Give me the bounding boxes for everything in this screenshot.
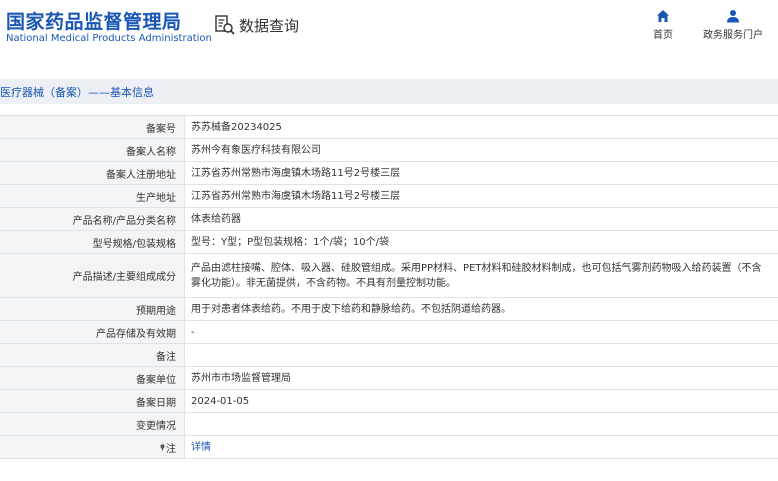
table-row: 注 详情: [0, 435, 778, 459]
table-row: 型号规格/包装规格 型号：Y型；P型包装规格：1个/袋；10个/袋: [0, 230, 778, 254]
field-label: 产品存储及有效期: [0, 320, 185, 344]
breadcrumb: 医疗器械（备案）——基本信息: [0, 79, 778, 104]
table-row: 备案单位 苏州市市场监督管理局: [0, 366, 778, 390]
field-label-note: 注: [0, 435, 185, 459]
field-label: 生产地址: [0, 184, 185, 208]
field-value: 产品由滤柱接嘴、腔体、吸入器、硅胶管组成。采用PP材料、PET材料和硅胶材料制成…: [184, 253, 778, 298]
field-label: 备案日期: [0, 389, 185, 413]
table-row: 变更情况: [0, 412, 778, 436]
field-label: 产品名称/产品分类名称: [0, 207, 185, 231]
field-value: 江苏省苏州常熟市海虞镇木场路11号2号楼三层: [184, 161, 778, 185]
table-row: 生产地址 江苏省苏州常熟市海虞镇木场路11号2号楼三层: [0, 184, 778, 208]
details-link[interactable]: 详情: [191, 442, 211, 453]
field-label: 变更情况: [0, 412, 185, 436]
field-value: 苏苏械备20234025: [184, 115, 778, 139]
field-value: 江苏省苏州常熟市海虞镇木场路11号2号楼三层: [184, 184, 778, 208]
site-logo-en: National Medical Products Administration: [6, 33, 212, 44]
field-value: 型号：Y型；P型包装规格：1个/袋；10个/袋: [184, 230, 778, 254]
pin-icon: [160, 443, 165, 451]
field-value: 详情: [184, 435, 778, 459]
document-search-icon: [215, 15, 235, 35]
table-row: 备案人注册地址 江苏省苏州常熟市海虞镇木场路11号2号楼三层: [0, 161, 778, 185]
field-label: 型号规格/包装规格: [0, 230, 185, 254]
field-value: -: [184, 320, 778, 344]
field-label: 备案人注册地址: [0, 161, 185, 185]
data-query-title: 数据查询: [214, 14, 299, 36]
breadcrumb-text: 医疗器械（备案）——基本信息: [0, 86, 154, 99]
field-value: 苏州市市场监督管理局: [184, 366, 778, 390]
field-value: [184, 412, 778, 436]
table-row: 产品存储及有效期 -: [0, 320, 778, 344]
field-value: 体表给药器: [184, 207, 778, 231]
field-value: 2024-01-05: [184, 389, 778, 413]
nav-gov-portal[interactable]: 政务服务门户: [700, 9, 766, 41]
field-label: 备注: [0, 343, 185, 367]
home-icon: [657, 10, 669, 22]
field-label: 备案人名称: [0, 138, 185, 162]
table-row: 产品描述/主要组成成分 产品由滤柱接嘴、腔体、吸入器、硅胶管组成。采用PP材料、…: [0, 253, 778, 298]
field-label: 备案号: [0, 115, 185, 139]
nav-home-label: 首页: [653, 30, 673, 41]
site-header: 国家药品监督管理局 National Medical Products Admi…: [0, 0, 778, 58]
field-value: [184, 343, 778, 367]
nav-home[interactable]: 首页: [650, 9, 676, 41]
table-row: 预期用途 用于对患者体表给药。不用于皮下给药和静脉给药。不包括阴道给药器。: [0, 297, 778, 321]
field-value: 用于对患者体表给药。不用于皮下给药和静脉给药。不包括阴道给药器。: [184, 297, 778, 321]
field-value: 苏州今有象医疗科技有限公司: [184, 138, 778, 162]
table-row: 备案日期 2024-01-05: [0, 389, 778, 413]
user-icon: [727, 10, 739, 23]
table-row: 备案人名称 苏州今有象医疗科技有限公司: [0, 138, 778, 162]
query-title-text: 数据查询: [239, 16, 300, 35]
field-label: 备案单位: [0, 366, 185, 390]
note-label-text: 注: [166, 443, 176, 455]
nav-portal-label: 政务服务门户: [703, 30, 763, 41]
field-label: 预期用途: [0, 297, 185, 321]
field-label: 产品描述/主要组成成分: [0, 253, 185, 298]
site-logo-cn[interactable]: 国家药品监督管理局: [6, 7, 182, 34]
table-row: 备注: [0, 343, 778, 367]
record-info-table: 备案号 苏苏械备20234025 备案人名称 苏州今有象医疗科技有限公司 备案人…: [0, 115, 778, 459]
table-row: 备案号 苏苏械备20234025: [0, 115, 778, 139]
table-row: 产品名称/产品分类名称 体表给药器: [0, 207, 778, 231]
